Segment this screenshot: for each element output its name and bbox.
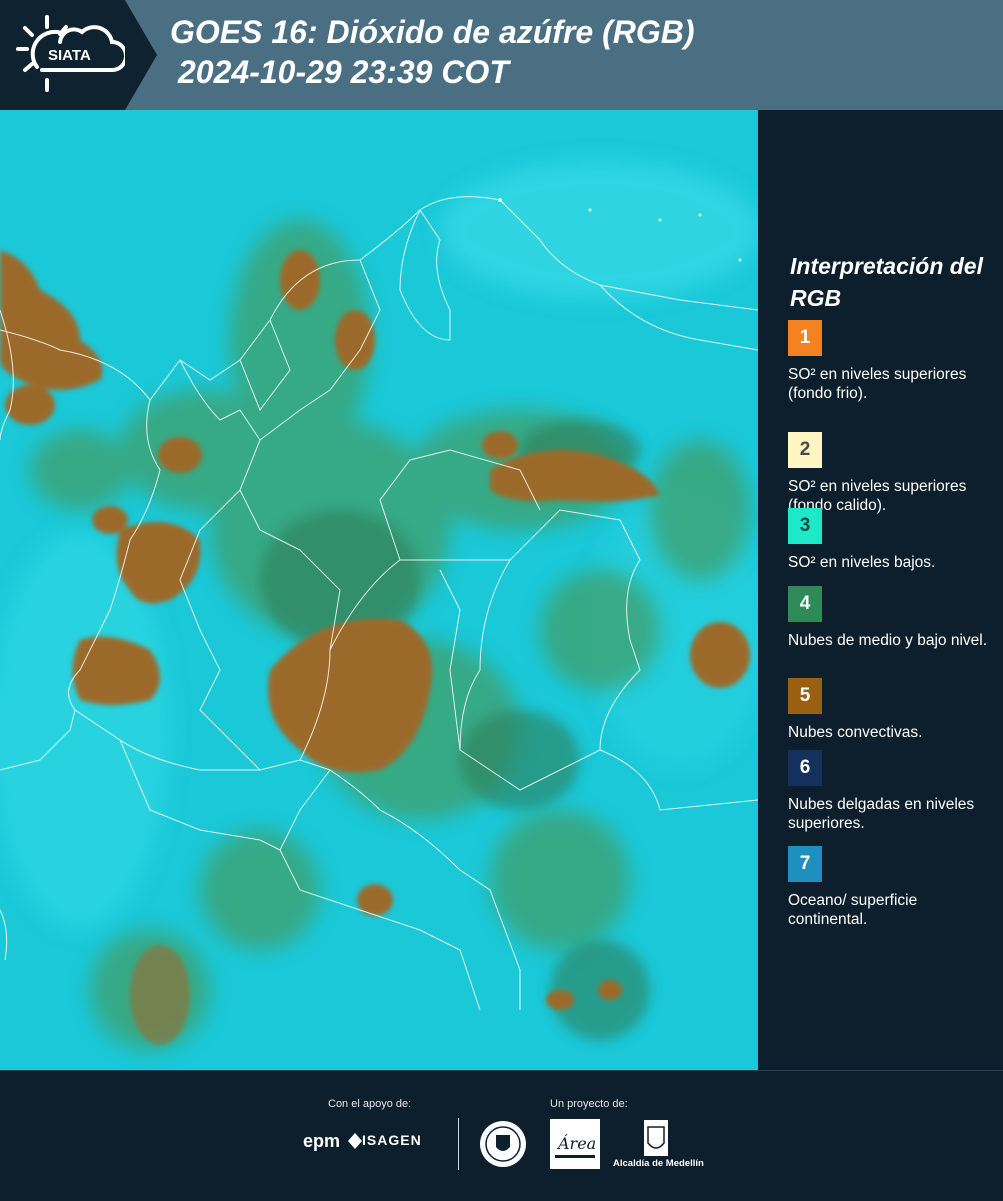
map-image xyxy=(0,110,758,1070)
legend-text: SO² en niveles superiores (fondo frio). xyxy=(788,366,967,402)
isagen-mark-icon xyxy=(348,1133,362,1149)
support-label: Con el apoyo de: xyxy=(328,1098,412,1110)
legend-item: 7 Oceano/ superficie continental. xyxy=(788,846,988,929)
footer-divider xyxy=(458,1118,459,1170)
siata-wordmark: SIATA xyxy=(48,47,91,64)
isagen-logo[interactable]: ISAGEN xyxy=(362,1132,422,1148)
project-label: Un proyecto de: xyxy=(550,1098,628,1110)
legend-panel: Interpretación del RGB 1 SO² en niveles s… xyxy=(758,110,1003,1070)
legend-swatch: 5 xyxy=(788,678,822,714)
header-bar: SIATA GOES 16: Dióxido de azúfre (RGB) 2… xyxy=(0,0,1003,110)
legend-text: SO² en niveles bajos. xyxy=(788,554,936,571)
legend-title: Interpretación del RGB xyxy=(790,253,983,311)
legend-swatch: 6 xyxy=(788,750,822,786)
legend-swatch: 7 xyxy=(788,846,822,882)
svg-text:Área: Área xyxy=(556,1133,596,1153)
epm-logo[interactable]: epm xyxy=(303,1131,340,1152)
legend-item: 6 Nubes delgadas en niveles superiores. xyxy=(788,750,988,833)
legend-text: Oceano/ superficie continental. xyxy=(788,892,918,928)
footer: Con el apoyo de: Un proyecto de: epm ISA… xyxy=(0,1070,1003,1201)
legend-swatch: 3 xyxy=(788,508,822,544)
legend-text: Nubes convectivas. xyxy=(788,724,923,741)
alcaldia-shield-icon xyxy=(644,1120,668,1156)
logo-arrow-shape xyxy=(125,0,157,110)
timestamp: 2024-10-29 23:39 COT xyxy=(178,54,509,90)
area-metropolitana-logo[interactable]: Área xyxy=(550,1119,600,1169)
legend-item: 2 SO² en niveles superiores (fondo calido… xyxy=(788,432,988,515)
legend-swatch: 2 xyxy=(788,432,822,468)
legend-item: 5 Nubes convectivas. xyxy=(788,678,988,742)
legend-item: 1 SO² en niveles superiores (fondo frio). xyxy=(788,320,988,403)
legend-item: 4 Nubes de medio y bajo nivel. xyxy=(788,586,988,650)
legend-swatch: 4 xyxy=(788,586,822,622)
alcaldia-logo[interactable]: Alcaldía de Medellín xyxy=(613,1158,704,1169)
legend-text: Nubes de medio y bajo nivel. xyxy=(788,632,988,649)
page-title: GOES 16: Dióxido de azúfre (RGB) xyxy=(170,14,695,50)
medellin-seal-icon[interactable] xyxy=(478,1119,528,1169)
legend-text: Nubes delgadas en niveles superiores. xyxy=(788,796,975,832)
siata-logo[interactable]: SIATA xyxy=(0,0,127,110)
legend-swatch: 1 xyxy=(788,320,822,356)
legend-item: 3 SO² en niveles bajos. xyxy=(788,508,988,572)
satellite-map[interactable] xyxy=(0,110,758,1070)
